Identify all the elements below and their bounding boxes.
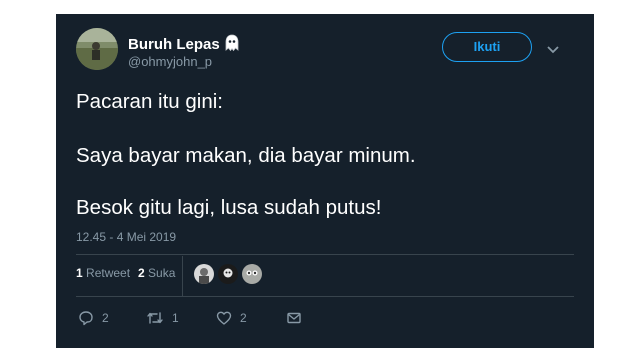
divider bbox=[76, 296, 574, 297]
avatar[interactable] bbox=[76, 28, 118, 70]
tweet-text-line: Saya bayar makan, dia bayar minum. bbox=[76, 144, 416, 167]
reply-icon bbox=[78, 310, 94, 326]
retweet-action[interactable]: 1 bbox=[146, 310, 179, 326]
retweet-stat[interactable]: 1 Retweet bbox=[76, 266, 130, 280]
like-stat-label: Suka bbox=[148, 266, 176, 280]
retweet-icon bbox=[146, 310, 164, 326]
chevron-down-icon[interactable] bbox=[546, 42, 560, 60]
heart-icon bbox=[216, 310, 232, 326]
like-stat[interactable]: 2 Suka bbox=[138, 266, 175, 280]
like-count: 2 bbox=[240, 311, 247, 325]
tweet-card: Buruh Lepas @ohmyjohn_p Ikuti Pacaran it… bbox=[56, 14, 594, 348]
tweet-text-line: Besok gitu lagi, lusa sudah putus! bbox=[76, 196, 382, 219]
direct-message-action[interactable] bbox=[286, 310, 302, 326]
stats-divider bbox=[182, 256, 183, 296]
retweet-stat-label: Retweet bbox=[86, 266, 131, 280]
retweet-count: 1 bbox=[172, 311, 179, 325]
reply-action[interactable]: 2 bbox=[78, 310, 109, 326]
divider bbox=[76, 254, 574, 255]
retweet-stat-count: 1 bbox=[76, 266, 83, 280]
tweet-timestamp[interactable]: 12.45 - 4 Mei 2019 bbox=[76, 230, 176, 244]
display-name-text[interactable]: Buruh Lepas bbox=[128, 36, 220, 53]
liker-avatar[interactable] bbox=[194, 264, 214, 284]
ghost-icon bbox=[224, 34, 240, 56]
liker-avatar[interactable] bbox=[218, 264, 238, 284]
envelope-icon bbox=[286, 310, 302, 326]
like-action[interactable]: 2 bbox=[216, 310, 247, 326]
reply-count: 2 bbox=[102, 311, 109, 325]
user-handle[interactable]: @ohmyjohn_p bbox=[128, 54, 212, 69]
follow-button[interactable]: Ikuti bbox=[442, 32, 532, 62]
liker-avatar[interactable] bbox=[242, 264, 262, 284]
like-stat-count: 2 bbox=[138, 266, 145, 280]
tweet-text-line: Pacaran itu gini: bbox=[76, 90, 224, 113]
display-name[interactable]: Buruh Lepas bbox=[128, 34, 240, 56]
